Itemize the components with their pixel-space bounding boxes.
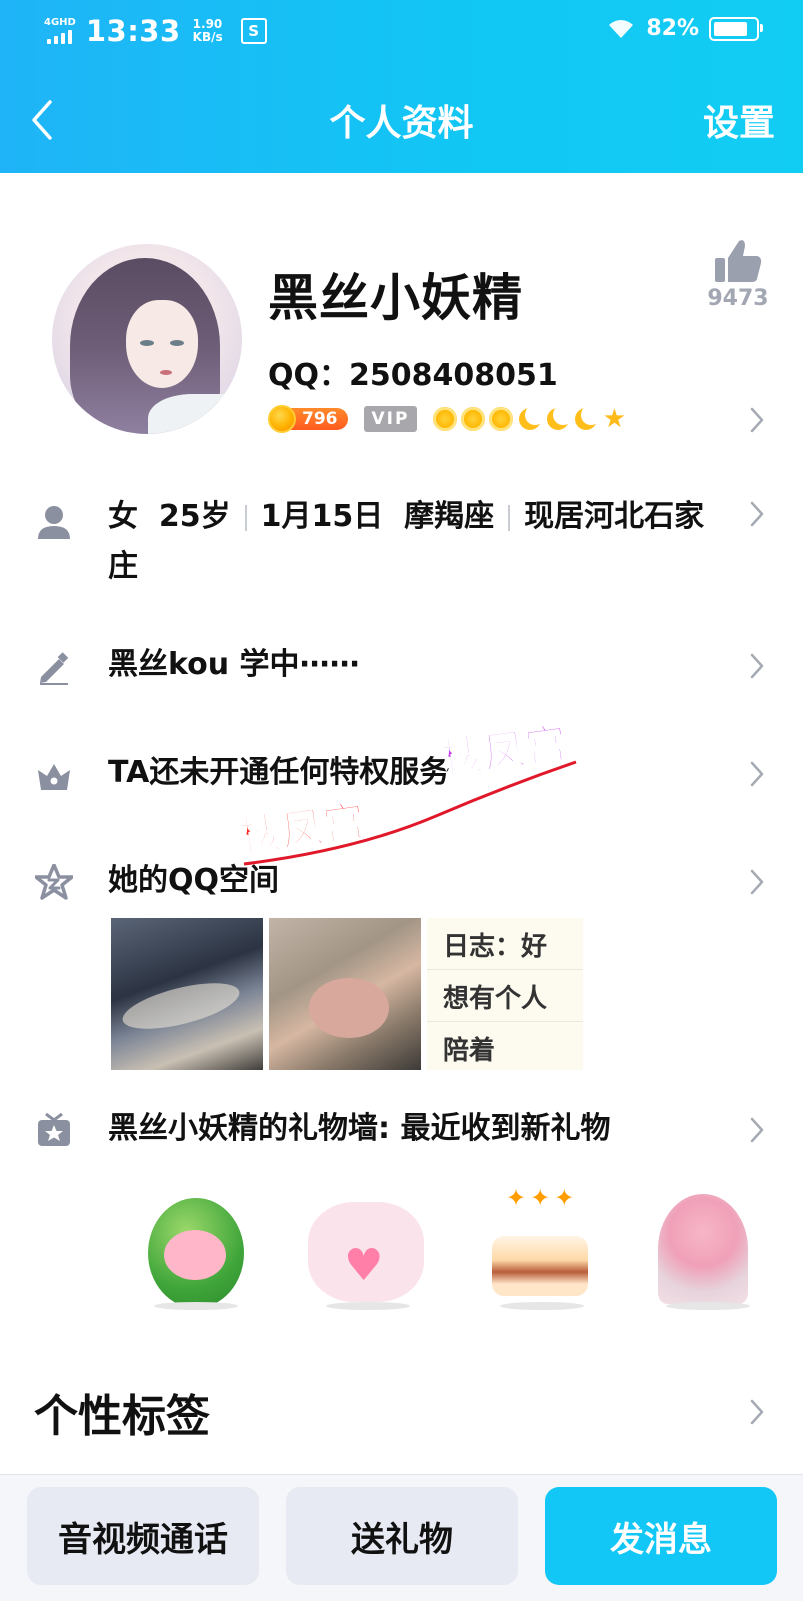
qzone-star-icon [34, 862, 74, 902]
qzone-photo[interactable] [111, 918, 263, 1070]
gift-birthday-cake[interactable]: ✦✦✦ [470, 1180, 600, 1310]
journal-line: 想有个人 [427, 970, 583, 1022]
tags-chevron[interactable] [745, 1396, 769, 1428]
battery-percent: 82% [646, 16, 699, 41]
app-notification-icon: S [240, 18, 267, 44]
chevron-right-icon [750, 869, 764, 895]
qzone-row[interactable]: 她的QQ空间 [0, 860, 803, 910]
chevron-right-icon [750, 1117, 764, 1143]
birthday: 1月15日 [260, 499, 384, 534]
location-continued: 庄 [108, 549, 138, 584]
moon-icon [573, 405, 602, 431]
settings-button[interactable]: 设置 [703, 94, 775, 146]
chevron-right-icon [750, 501, 764, 527]
star-icon: ★ [602, 404, 627, 434]
status-bar: 4GHD 13:33 1.90 KB/s S 82% [0, 0, 803, 60]
level-icons: ★ [433, 404, 627, 434]
gift-bears-heart[interactable]: ♥ [296, 1180, 426, 1310]
coin-icon [268, 405, 296, 433]
send-message-button[interactable]: 发消息 [545, 1487, 777, 1585]
badge-row[interactable]: 796 VIP ★ [268, 404, 627, 434]
sun-icon [433, 407, 458, 431]
basic-info-chevron [745, 498, 769, 530]
qzone-photo[interactable] [269, 918, 421, 1070]
gift-watermelon-pig[interactable] [124, 1180, 254, 1310]
qq-number: QQ：2508408051 [268, 358, 558, 393]
wifi-icon [609, 19, 634, 38]
moon-icon [517, 405, 546, 431]
privilege-row[interactable]: TA还未开通任何特权服务 [0, 752, 803, 802]
avatar[interactable] [52, 244, 242, 434]
signal-icon: 4GHD [44, 18, 76, 44]
status-time: 13:33 [85, 14, 181, 48]
gift-wall-row[interactable]: 黑丝小妖精的礼物墙: 最近收到新礼物 [0, 1108, 803, 1158]
privilege-chevron [745, 758, 769, 790]
qzone-preview[interactable]: 日志：好 想有个人 陪着 [111, 918, 583, 1070]
like-button[interactable]: 9473 [704, 238, 772, 311]
journal-line: 日志：好 [427, 918, 583, 970]
network-type: 4GHD [44, 17, 76, 28]
journal-line: 陪着 [443, 1036, 496, 1066]
gift-wall-title: 黑丝小妖精的礼物墙: 最近收到新礼物 [108, 1111, 611, 1146]
basic-info-row[interactable]: 女 25岁 1月15日 摩羯座 现居河北石家庄 [0, 496, 803, 596]
send-gift-button[interactable]: 送礼物 [286, 1487, 518, 1585]
chevron-right-icon [750, 761, 764, 787]
coin-badge: 796 [268, 405, 348, 433]
video-call-button[interactable]: 音视频通话 [27, 1487, 259, 1585]
nav-bar: 个人资料 设置 [0, 80, 803, 160]
chevron-right-icon [750, 1399, 764, 1425]
thumbs-up-icon [715, 240, 762, 282]
signature-text: 黑丝kou 学中⋯⋯ [108, 647, 360, 682]
battery-icon [709, 16, 763, 41]
person-icon [34, 502, 74, 542]
gift-box-icon [34, 1110, 74, 1150]
network-speed: 1.90 KB/s [193, 18, 223, 44]
gift-wall-chevron [745, 1114, 769, 1146]
page-title: 个人资料 [329, 103, 474, 144]
signature-chevron [745, 650, 769, 682]
gift-flower-bouquet[interactable] [636, 1180, 766, 1310]
header-bar: 4GHD 13:33 1.90 KB/s S 82% 个人资料 设置 [0, 0, 803, 173]
speed-unit: KB/s [192, 30, 223, 44]
sun-icon [489, 407, 514, 431]
basic-info-text: 女 25岁 1月15日 摩羯座 现居河北石家庄 [108, 492, 708, 592]
crown-icon [34, 756, 74, 796]
tags-section-title: 个性标签 [34, 1391, 210, 1442]
chevron-right-icon [750, 407, 764, 433]
sun-icon [461, 407, 486, 431]
qzone-journal-card[interactable]: 日志：好 想有个人 陪着 [427, 918, 583, 1070]
location: 现居河北石家 [524, 499, 705, 534]
age: 25岁 [158, 499, 231, 534]
watermark-text-red: 楼凤宫 [237, 796, 369, 862]
vip-badge: VIP [363, 406, 418, 432]
like-count: 9473 [707, 286, 769, 311]
signature-row[interactable]: 黑丝kou 学中⋯⋯ [0, 644, 803, 694]
level-chevron[interactable] [745, 404, 769, 436]
qzone-title: 她的QQ空间 [108, 863, 280, 898]
pencil-icon [34, 648, 74, 688]
zodiac: 摩羯座 [404, 499, 495, 534]
gender: 女 [108, 499, 138, 534]
gift-list[interactable]: ♥ ✦✦✦ [110, 1180, 770, 1320]
bottom-action-bar: 音视频通话 送礼物 发消息 [0, 1474, 803, 1601]
moon-icon [545, 405, 574, 431]
qzone-chevron [745, 866, 769, 898]
chevron-right-icon [750, 653, 764, 679]
privilege-text: TA还未开通任何特权服务 [108, 755, 450, 790]
nickname: 黑丝小妖精 [268, 269, 523, 327]
